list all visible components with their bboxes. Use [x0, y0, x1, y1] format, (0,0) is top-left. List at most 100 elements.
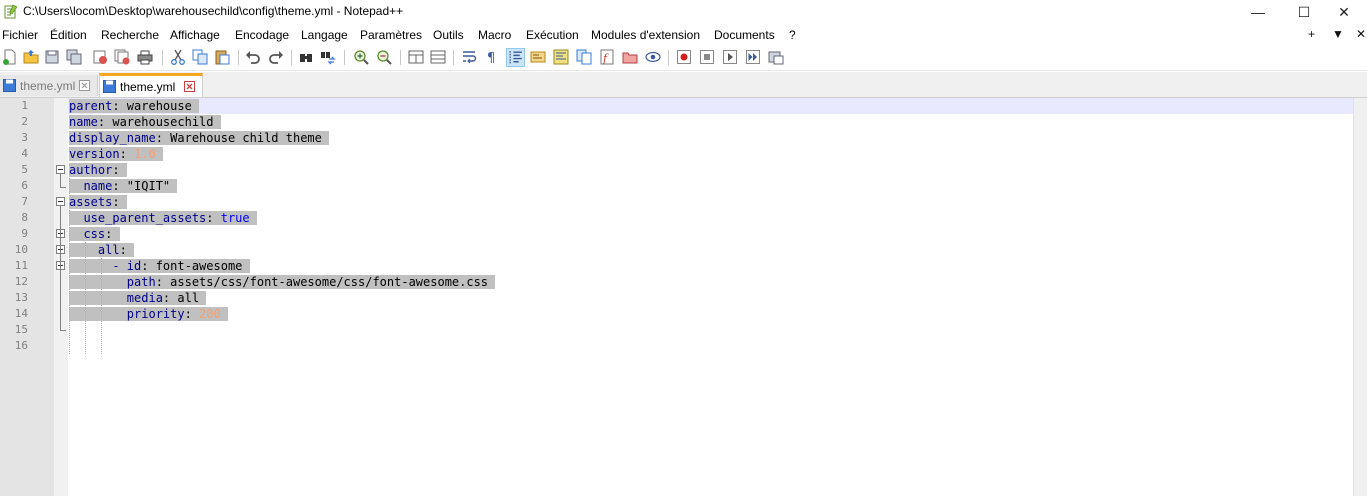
code-line: use_parent_assets: true: [69, 210, 257, 226]
fold-end: [60, 330, 66, 331]
menu-encodage[interactable]: Encodage: [235, 28, 289, 42]
code-token: :: [184, 307, 200, 321]
selection: name: warehousechild: [69, 115, 221, 129]
copy-icon[interactable]: [192, 49, 208, 65]
code-token: priority: [69, 307, 185, 321]
code-token: :: [112, 163, 120, 177]
toolbar-separator: [453, 50, 454, 65]
save-all-icon[interactable]: [66, 49, 82, 65]
new-file-icon[interactable]: [2, 49, 18, 65]
line-number: 14: [14, 307, 28, 320]
menu-execution[interactable]: Exécution: [526, 28, 579, 42]
print-icon[interactable]: [137, 49, 153, 65]
tab-theme-yml-1[interactable]: theme.yml: [0, 75, 98, 96]
zoom-in-icon[interactable]: [353, 49, 369, 65]
menu-modules[interactable]: Modules d'extension: [591, 28, 700, 42]
minimize-button[interactable]: —: [1235, 0, 1281, 24]
menu-outils[interactable]: Outils: [433, 28, 464, 42]
folder-workspace-icon[interactable]: [622, 49, 638, 65]
code-token: path: [69, 275, 156, 289]
vertical-scrollbar[interactable]: [1353, 98, 1367, 496]
menu-fichier[interactable]: Fichier: [2, 28, 38, 42]
paste-icon[interactable]: [214, 49, 230, 65]
menu-recherche[interactable]: Recherche: [101, 28, 159, 42]
current-line-highlight: [68, 98, 1353, 114]
code-token: 1.0: [134, 147, 156, 161]
record-macro-icon[interactable]: [676, 49, 692, 65]
code-token: assets: [69, 195, 113, 209]
redo-icon[interactable]: [268, 49, 284, 65]
line-number: 5: [21, 163, 28, 176]
find-icon[interactable]: [298, 49, 314, 65]
code-editor[interactable]: 1 2 3 4 5 6 7 8 9 10 11 12 13 14 15 16 parent: warehous…: [0, 98, 1353, 496]
line-number: 3: [21, 131, 28, 144]
code-line: - id: font-awesome: [69, 258, 250, 274]
tab-theme-yml-2[interactable]: theme.yml: [99, 73, 203, 97]
notepadpp-app-icon: [4, 4, 18, 19]
code-line: assets:: [69, 194, 127, 210]
code-line: name: "IQIT": [69, 178, 178, 194]
menu-parametres[interactable]: Paramètres: [360, 28, 422, 42]
monitoring-icon[interactable]: [645, 49, 661, 65]
new-tab-plus-button[interactable]: +: [1308, 27, 1315, 41]
menu-edition[interactable]: Édition: [50, 28, 87, 42]
code-token: css: [69, 227, 106, 241]
selection: parent: warehouse: [69, 99, 200, 113]
toolbar-separator: [400, 50, 401, 65]
function-list-icon[interactable]: f: [599, 49, 615, 65]
menu-help[interactable]: ?: [789, 28, 796, 42]
doc-list-icon[interactable]: [576, 49, 592, 65]
code-line: author:: [69, 162, 127, 178]
close-all-icon[interactable]: [114, 49, 130, 65]
code-token: name: [69, 179, 113, 193]
indent-guide: [69, 210, 70, 354]
close-window-button[interactable]: ✕: [1321, 0, 1367, 24]
tab-list-dropdown-button[interactable]: ▼: [1332, 27, 1344, 41]
sync-vertical-icon[interactable]: [408, 49, 424, 65]
zoom-out-icon[interactable]: [376, 49, 392, 65]
play-macro-icon[interactable]: [722, 49, 738, 65]
tab-close-icon[interactable]: [184, 81, 195, 92]
cut-icon[interactable]: [170, 49, 186, 65]
sync-horizontal-icon[interactable]: [430, 49, 446, 65]
replace-icon[interactable]: [320, 49, 336, 65]
title-bar: C:\Users\locom\Desktop\warehousechild\co…: [0, 0, 1367, 24]
menu-langage[interactable]: Langage: [301, 28, 348, 42]
menu-documents[interactable]: Documents: [714, 28, 775, 42]
doc-map-icon[interactable]: [553, 49, 569, 65]
menu-macro[interactable]: Macro: [478, 28, 511, 42]
save-icon[interactable]: [44, 49, 60, 65]
fold-toggle-author[interactable]: [56, 165, 65, 174]
tab-close-icon[interactable]: [79, 80, 90, 91]
udl-icon[interactable]: [530, 49, 546, 65]
code-token: : warehouse: [112, 99, 192, 113]
open-file-icon[interactable]: [23, 49, 39, 65]
toolbar: ¶ f: [0, 45, 1367, 71]
show-all-chars-icon[interactable]: ¶: [484, 49, 500, 65]
save-macro-icon[interactable]: [768, 49, 784, 65]
word-wrap-icon[interactable]: [461, 49, 477, 65]
line-number: 1: [21, 99, 28, 112]
indent-guide-icon[interactable]: [506, 48, 525, 67]
indent-guide: [85, 242, 86, 354]
line-number: 13: [14, 291, 28, 304]
tab-bar: theme.yml theme.yml: [0, 72, 1367, 98]
run-macro-multiple-icon[interactable]: [745, 49, 761, 65]
stop-macro-icon[interactable]: [699, 49, 715, 65]
undo-icon[interactable]: [245, 49, 261, 65]
close-document-button[interactable]: ✕: [1356, 27, 1366, 41]
code-token: : all: [162, 291, 200, 305]
menu-affichage[interactable]: Affichage: [170, 28, 220, 42]
fold-toggle-assets[interactable]: [56, 197, 65, 206]
code-token: :: [119, 243, 127, 257]
line-number: 16: [14, 339, 28, 352]
saved-file-icon: [3, 79, 16, 92]
code-token: use_parent_assets: [69, 211, 207, 225]
close-icon[interactable]: [92, 49, 108, 65]
code-token: -: [69, 259, 127, 273]
